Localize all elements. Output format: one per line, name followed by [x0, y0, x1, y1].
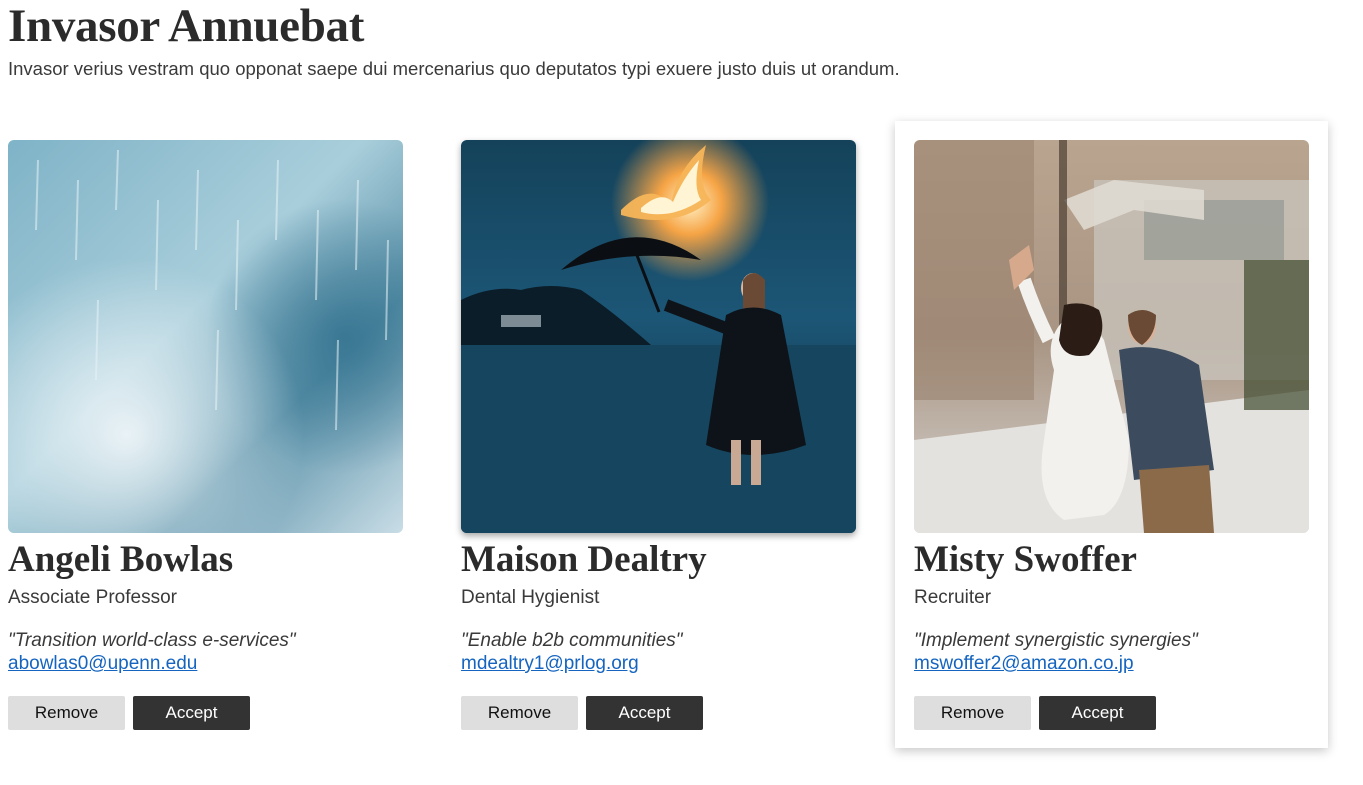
profile-card: Maison Dealtry Dental Hygienist "Enable …: [442, 121, 875, 748]
profile-card: Misty Swoffer Recruiter "Implement syner…: [895, 121, 1328, 748]
profile-name: Angeli Bowlas: [8, 539, 234, 580]
profile-quote: "Implement synergistic synergies": [914, 630, 1198, 651]
profile-name: Maison Dealtry: [461, 539, 707, 580]
remove-button[interactable]: Remove: [914, 696, 1031, 730]
profile-card: Angeli Bowlas Associate Professor "Trans…: [0, 121, 422, 748]
profile-role: Dental Hygienist: [461, 587, 600, 608]
profile-quote: "Transition world-class e-services": [8, 630, 296, 651]
profile-photo: [914, 140, 1309, 533]
accept-button[interactable]: Accept: [133, 696, 250, 730]
accept-button[interactable]: Accept: [586, 696, 703, 730]
page-title: Invasor Annuebat: [8, 0, 365, 52]
profile-name: Misty Swoffer: [914, 539, 1137, 580]
profile-role: Recruiter: [914, 587, 992, 608]
remove-button[interactable]: Remove: [8, 696, 125, 730]
profile-photo: [461, 140, 856, 533]
accept-button[interactable]: Accept: [1039, 696, 1156, 730]
profile-role: Associate Professor: [8, 587, 177, 608]
remove-button[interactable]: Remove: [461, 696, 578, 730]
profile-email-link[interactable]: abowlas0@upenn.edu: [8, 652, 197, 676]
profile-email-link[interactable]: mdealtry1@prlog.org: [461, 652, 639, 676]
page-subtitle: Invasor verius vestram quo opponat saepe…: [8, 58, 900, 79]
profile-email-link[interactable]: mswoffer2@amazon.co.jp: [914, 652, 1134, 676]
profile-quote: "Enable b2b communities": [461, 630, 683, 651]
profile-photo: [8, 140, 403, 533]
